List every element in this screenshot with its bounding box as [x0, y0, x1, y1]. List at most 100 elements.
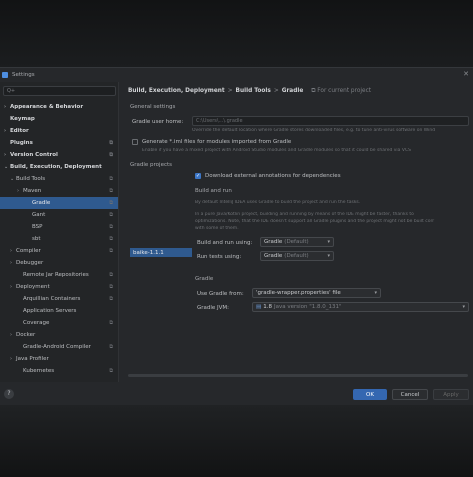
tree-item-label: Kubernetes: [23, 368, 55, 374]
horizontal-scrollbar[interactable]: [128, 374, 468, 377]
project-scope-icon: ⧉: [109, 200, 113, 206]
project-scope-icon: ⧉: [109, 284, 113, 290]
use-gradle-from-value: 'gradle-wrapper.properties' file: [256, 290, 341, 296]
build-run-using-default: (Default): [284, 239, 309, 245]
project-scope-icon: ⧉: [109, 176, 113, 182]
gradle-jvm-select[interactable]: ▤ 1.8 Java version "1.8.0_131" ▾: [252, 302, 469, 312]
tree-item-build-tools[interactable]: ⌄ Build Tools ⧉: [0, 173, 118, 185]
tree-item-arquillian-containers[interactable]: Arquillian Containers ⧉: [0, 293, 118, 305]
gradle-projects-heading: Gradle projects: [130, 162, 172, 168]
tree-item-label: Plugins: [10, 140, 33, 146]
tree-item-coverage[interactable]: Coverage ⧉: [0, 317, 118, 329]
search-placeholder: Q+: [7, 88, 16, 94]
tree-item-label: Gradle: [32, 200, 51, 206]
tree-item-editor[interactable]: › Editor: [0, 125, 118, 137]
gradle-user-home-help: Override the default location where Grad…: [192, 128, 436, 133]
tree-item-deployment[interactable]: › Deployment ⧉: [0, 281, 118, 293]
apply-button[interactable]: Apply: [433, 389, 469, 400]
ok-button[interactable]: OK: [353, 389, 387, 400]
breadcrumb-separator-1: >: [227, 88, 233, 94]
tree-item-maven[interactable]: › Maven ⧉: [0, 185, 118, 197]
cancel-button[interactable]: Cancel: [392, 389, 428, 400]
tree-item-bsp[interactable]: BSP ⧉: [0, 221, 118, 233]
project-scope-icon: ⧉: [109, 212, 113, 218]
gradle-jvm-value: 1.8: [263, 304, 272, 310]
build-run-heading: Build and run: [195, 188, 232, 194]
build-run-using-select[interactable]: Gradle (Default) ▾: [260, 237, 334, 247]
tree-item-label: sbt: [32, 236, 41, 242]
gradle-jvm-label: Gradle JVM:: [197, 305, 230, 311]
help-button[interactable]: ?: [4, 389, 14, 399]
tree-item-compiler[interactable]: › Compiler ⧉: [0, 245, 118, 257]
run-tests-using-label: Run tests using:: [197, 254, 242, 260]
tree-item-label: Gant: [32, 212, 46, 218]
breadcrumb-part-2[interactable]: Build Tools: [236, 88, 271, 94]
tree-item-gradle-android-compiler[interactable]: Gradle-Android Compiler ⧉: [0, 341, 118, 353]
close-icon[interactable]: ✕: [463, 70, 469, 78]
project-scope-icon: ⧉: [109, 236, 113, 242]
breadcrumb-part-3: Gradle: [281, 88, 304, 94]
tree-item-appearance-behavior[interactable]: › Appearance & Behavior: [0, 101, 118, 113]
project-scope-icon: ⧉: [109, 320, 113, 326]
generate-iml-label: Generate *.iml files for modules importe…: [142, 139, 292, 145]
tree-item-build-execution-deployment[interactable]: ⌄ Build, Execution, Deployment: [0, 161, 118, 173]
chevron-down-icon: ▾: [327, 239, 330, 245]
general-settings-heading: General settings: [130, 104, 176, 110]
tree-item-label: Compiler: [16, 248, 41, 254]
scope-label: ⧉ For current project: [311, 87, 372, 94]
jdk-icon: ▤: [256, 304, 262, 310]
tree-item-label: Remote Jar Repositories: [23, 272, 89, 278]
generate-iml-checkbox[interactable]: [132, 139, 138, 145]
run-tests-using-default: (Default): [284, 253, 309, 259]
project-scope-icon: ⧉: [109, 368, 113, 374]
app-icon: [2, 72, 8, 78]
settings-tree: › Appearance & Behavior Keymap › Editor Plugi…: [0, 101, 118, 377]
tree-item-label: Deployment: [16, 284, 50, 290]
tree-item-gant[interactable]: Gant ⧉: [0, 209, 118, 221]
tree-item-plugins[interactable]: Plugins ⧉: [0, 137, 118, 149]
tree-item-label: Gradle-Android Compiler: [23, 344, 91, 350]
download-annotations-checkbox[interactable]: ✓: [195, 173, 201, 179]
tree-item-keymap[interactable]: Keymap: [0, 113, 118, 125]
build-run-help-4: with some of them.: [195, 226, 239, 231]
gradle-user-home-label: Gradle user home:: [132, 119, 184, 125]
project-scope-icon: ⧉: [109, 296, 113, 302]
tree-item-java-profiler[interactable]: › Java Profiler: [0, 353, 118, 365]
scope-text: For current project: [317, 87, 372, 94]
tree-item-kubernetes[interactable]: Kubernetes ⧉: [0, 365, 118, 377]
tree-item-version-control[interactable]: › Version Control ⧉: [0, 149, 118, 161]
tree-item-label: Version Control: [10, 152, 58, 158]
gradle-settings-panel: Build, Execution, Deployment > Build Too…: [120, 82, 473, 382]
run-tests-using-value: Gradle: [264, 253, 283, 259]
chevron-down-icon: ▾: [374, 290, 377, 296]
tree-item-label: BSP: [32, 224, 43, 230]
background-top: [0, 0, 473, 67]
search-input[interactable]: Q+: [3, 86, 116, 96]
tree-item-application-servers[interactable]: Application Servers: [0, 305, 118, 317]
settings-sidebar: Q+ › Appearance & Behavior Keymap › Editor Pl…: [0, 82, 119, 382]
tree-item-remote-jar-repositories[interactable]: Remote Jar Repositories ⧉: [0, 269, 118, 281]
build-run-using-value: Gradle: [264, 239, 283, 245]
generate-iml-help: Enable if you have a mixed project with …: [142, 148, 411, 153]
settings-dialog: Settings ✕ Q+ › Appearance & Behavior Keym…: [0, 67, 473, 405]
chevron-down-icon: ▾: [327, 253, 330, 259]
tree-item-label: Arquillian Containers: [23, 296, 81, 302]
tree-item-gradle[interactable]: Gradle ⧉: [0, 197, 118, 209]
run-tests-using-select[interactable]: Gradle (Default) ▾: [260, 251, 334, 261]
tree-item-label: Build Tools: [16, 176, 46, 182]
breadcrumb-part-1[interactable]: Build, Execution, Deployment: [128, 88, 225, 94]
tree-item-label: Editor: [10, 128, 29, 134]
gradle-user-home-field[interactable]: C:\Users\...\.gradle: [192, 116, 469, 126]
chevron-down-icon: ▾: [462, 304, 465, 310]
tree-item-debugger[interactable]: › Debugger: [0, 257, 118, 269]
tree-item-label: Coverage: [23, 320, 50, 326]
gradle-project-item[interactable]: baike-1.1.1: [130, 248, 192, 257]
tree-item-sbt[interactable]: sbt ⧉: [0, 233, 118, 245]
build-run-help-2: In a pure Java/Kotlin project, building …: [195, 212, 414, 217]
build-run-help-3: optimizations. Note, that the IDE doesn'…: [195, 219, 435, 224]
project-scope-icon: ⧉: [109, 140, 113, 146]
project-scope-icon: ⧉: [109, 344, 113, 350]
project-scope-icon: ⧉: [109, 152, 113, 158]
use-gradle-from-select[interactable]: 'gradle-wrapper.properties' file ▾: [252, 288, 381, 298]
tree-item-docker[interactable]: › Docker: [0, 329, 118, 341]
